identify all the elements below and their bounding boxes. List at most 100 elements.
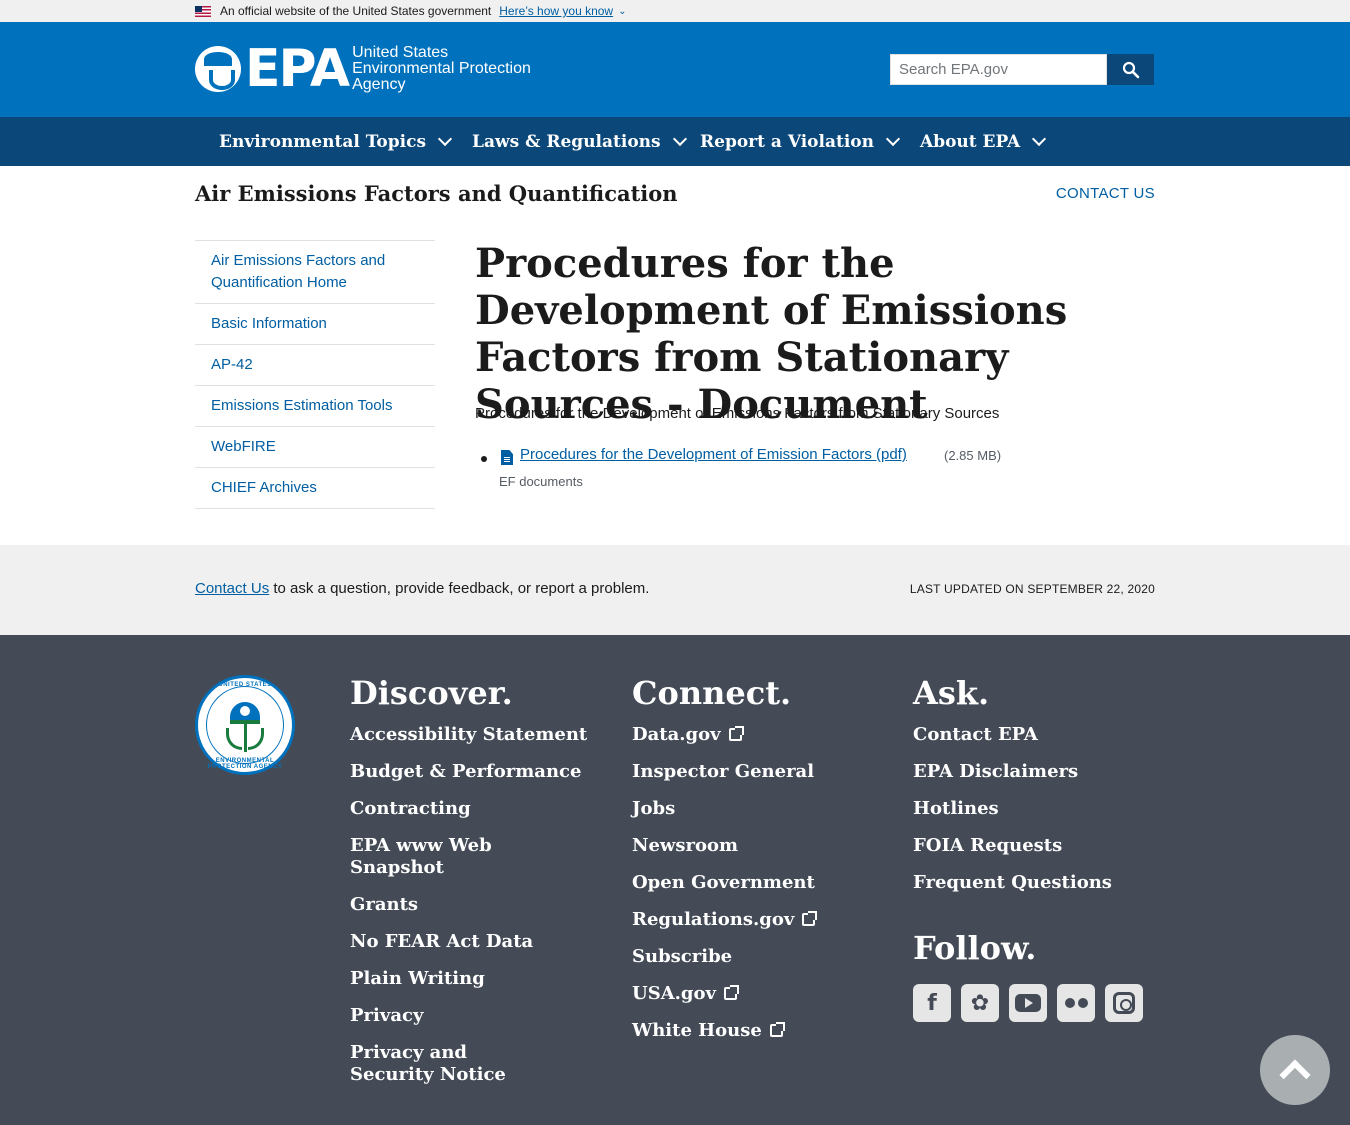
site-footer: UNITED STATES ENVIRONMENTAL PROTECTION A… (0, 635, 1350, 1125)
footer-link-usa-gov[interactable]: USA.gov (632, 983, 872, 1005)
sidenav-item-estimation-tools[interactable]: Emissions Estimation Tools (195, 386, 435, 427)
footer-link[interactable]: Frequent Questions (913, 872, 1153, 894)
sidenav-item-home[interactable]: Air Emissions Factors and Quantification… (195, 241, 435, 304)
agency-line-1: United States (352, 44, 449, 61)
nav-environmental-topics[interactable]: Environmental Topics (219, 117, 453, 166)
footer-link[interactable]: Inspector General (632, 761, 872, 783)
pdf-document-link[interactable]: Procedures for the Development of Emissi… (520, 446, 907, 463)
footer-link[interactable]: Privacy and Security Notice (350, 1042, 550, 1086)
document-category: EF documents (499, 474, 583, 489)
search-form (890, 54, 1154, 85)
facebook-icon[interactable]: f (913, 984, 951, 1022)
search-input[interactable] (890, 54, 1107, 85)
heres-how-you-know-link[interactable]: Here’s how you know (499, 4, 613, 18)
main-nav: Environmental Topics Laws & Regulations … (0, 117, 1350, 166)
nav-label: Laws & Regulations (472, 131, 661, 152)
seal-sun (240, 706, 250, 716)
footer-link[interactable]: No FEAR Act Data (350, 931, 590, 953)
footer-connect: Connect. Data.gov Inspector General Jobs… (632, 675, 872, 1057)
external-link-icon (723, 985, 739, 1000)
nav-laws-regulations[interactable]: Laws & Regulations (472, 117, 687, 166)
footer-follow: Follow. f ✿ (913, 930, 1143, 1022)
epa-logo-letters: EPA (245, 39, 350, 99)
nav-label: Environmental Topics (219, 131, 427, 152)
footer-link[interactable]: Newsroom (632, 835, 872, 857)
footer-link[interactable]: Accessibility Statement (350, 724, 590, 746)
ask-heading: Ask. (913, 674, 990, 712)
file-icon (501, 450, 513, 465)
page-title: Procedures for the Development of Emissi… (475, 240, 1068, 428)
footer-link[interactable]: Hotlines (913, 798, 1153, 820)
footer-link[interactable]: Privacy (350, 1005, 590, 1027)
site-header: EPA United States Environmental Protecti… (0, 22, 1350, 117)
chevron-down-icon (437, 131, 453, 147)
side-nav: Air Emissions Factors and Quantification… (195, 240, 435, 509)
social-links: f ✿ (913, 984, 1143, 1022)
youtube-icon[interactable] (1009, 984, 1047, 1022)
agency-line-2: Environmental Protection (352, 60, 531, 77)
footer-ask: Ask. Contact EPA EPA Disclaimers Hotline… (913, 675, 1153, 909)
footer-link[interactable]: Jobs (632, 798, 872, 820)
footer-link-label: White House (632, 1020, 762, 1041)
sidenav-item-ap-42[interactable]: AP-42 (195, 345, 435, 386)
epa-seal-icon: UNITED STATES ENVIRONMENTAL PROTECTION A… (195, 675, 295, 775)
footer-link-label: Data.gov (632, 724, 721, 745)
chevron-down-icon[interactable]: ⌄ (618, 6, 626, 17)
section-title: Air Emissions Factors and Quantification (195, 181, 678, 206)
last-updated: LAST UPDATED ON SEPTEMBER 22, 2020 (909, 582, 1155, 596)
chevron-up-icon (1279, 1059, 1311, 1091)
us-flag-icon (195, 5, 211, 17)
epa-logo-link[interactable]: EPA United States Environmental Protecti… (195, 39, 531, 99)
flickr-icon[interactable] (1057, 984, 1095, 1022)
footer-link[interactable]: EPA Disclaimers (913, 761, 1153, 783)
footer-discover: Discover. Accessibility Statement Budget… (350, 675, 590, 1101)
intro-text: Procedures for the Development of Emissi… (475, 405, 1000, 422)
search-button[interactable] (1107, 54, 1154, 85)
footer-link[interactable]: EPA www Web Snapshot (350, 835, 590, 879)
footer-link[interactable]: Budget & Performance (350, 761, 590, 783)
footer-link-data-gov[interactable]: Data.gov (632, 724, 872, 746)
footer-link[interactable]: Grants (350, 894, 590, 916)
sidenav-item-basic-information[interactable]: Basic Information (195, 304, 435, 345)
footer-link-regulations-gov[interactable]: Regulations.gov (632, 909, 872, 931)
instagram-icon[interactable] (1105, 984, 1143, 1022)
seal-stem (244, 724, 247, 752)
nav-label: Report a Violation (700, 131, 875, 152)
footer-link[interactable]: Open Government (632, 872, 872, 894)
contact-message: Contact Us to ask a question, provide fe… (195, 580, 649, 597)
back-to-top-button[interactable] (1260, 1035, 1330, 1105)
external-link-icon (802, 911, 818, 926)
chevron-down-icon (885, 131, 901, 147)
discover-heading: Discover. (350, 674, 513, 712)
footer-link[interactable]: Contracting (350, 798, 590, 820)
epa-flower-icon (195, 46, 241, 92)
nav-about-epa[interactable]: About EPA (920, 117, 1047, 166)
twitter-icon[interactable]: ✿ (961, 984, 999, 1022)
gov-banner: An official website of the United States… (0, 0, 1350, 22)
connect-heading: Connect. (632, 674, 792, 712)
footer-link[interactable]: Plain Writing (350, 968, 590, 990)
seal-bottom-text: ENVIRONMENTAL PROTECTION AGENCY (207, 758, 283, 770)
external-link-icon (769, 1022, 785, 1037)
footer-link[interactable]: FOIA Requests (913, 835, 1153, 857)
search-icon (1122, 61, 1139, 78)
sidenav-item-chief-archives[interactable]: CHIEF Archives (195, 468, 435, 509)
nav-label: About EPA (920, 131, 1021, 152)
sidenav-item-webfire[interactable]: WebFIRE (195, 427, 435, 468)
footer-link[interactable]: Subscribe (632, 946, 872, 968)
contact-us-link[interactable]: CONTACT US (1056, 185, 1155, 202)
nav-report-violation[interactable]: Report a Violation (700, 117, 901, 166)
follow-heading: Follow. (913, 929, 1037, 967)
agency-line-3: Agency (352, 76, 406, 93)
footer-link-white-house[interactable]: White House (632, 1020, 872, 1042)
seal-top-text: UNITED STATES (218, 682, 272, 688)
chevron-down-icon (1032, 131, 1047, 147)
list-bullet (481, 456, 487, 462)
footer-link-label: Regulations.gov (632, 909, 795, 930)
contact-message-text: to ask a question, provide feedback, or … (269, 580, 650, 597)
file-size: (2.85 MB) (944, 448, 1002, 463)
chevron-down-icon (672, 131, 687, 147)
contact-us-footer-link[interactable]: Contact Us (195, 580, 269, 597)
agency-name: United States Environmental Protection A… (352, 45, 531, 93)
footer-link[interactable]: Contact EPA (913, 724, 1153, 746)
